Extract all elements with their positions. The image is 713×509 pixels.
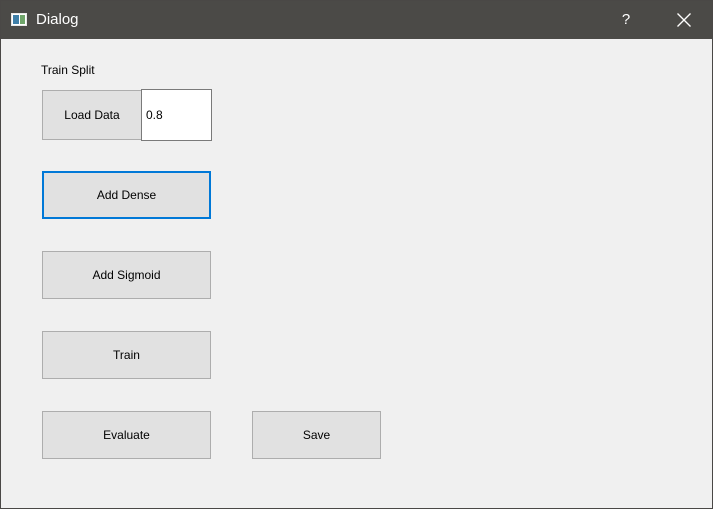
window-title: Dialog <box>36 11 79 28</box>
load-data-button[interactable]: Load Data <box>42 90 142 140</box>
train-split-input[interactable] <box>141 89 212 141</box>
close-button[interactable] <box>659 1 709 39</box>
train-split-label: Train Split <box>41 63 95 77</box>
dialog-app-icon <box>11 13 27 26</box>
train-button[interactable]: Train <box>42 331 211 379</box>
add-dense-button[interactable]: Add Dense <box>42 171 211 219</box>
save-button[interactable]: Save <box>252 411 381 459</box>
help-button[interactable]: ? <box>607 1 645 39</box>
dialog-window: Dialog ? Train Split Load Data Add Dense… <box>0 0 713 509</box>
add-sigmoid-button[interactable]: Add Sigmoid <box>42 251 211 299</box>
title-bar[interactable]: Dialog ? <box>1 1 712 39</box>
evaluate-button[interactable]: Evaluate <box>42 411 211 459</box>
close-icon <box>677 13 691 27</box>
